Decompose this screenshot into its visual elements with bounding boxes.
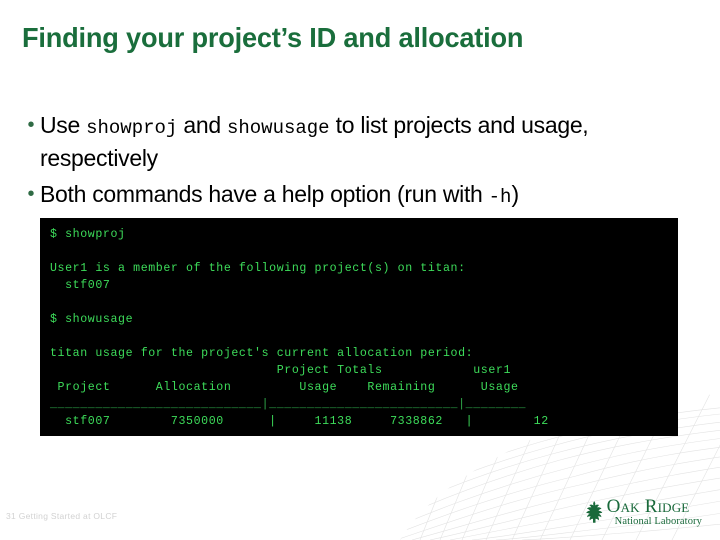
list-item: • Use showproj and showusage to list pro… [22,110,694,173]
terminal-text: $ showproj User1 is a member of the follo… [40,218,678,430]
flag-help: -h [488,186,512,208]
terminal-line: User1 is a member of the following proje… [50,262,466,275]
ornl-subtitle-text: National Laboratory [614,515,702,527]
terminal-line: titan usage for the project's current al… [50,347,474,360]
command-showproj: showproj [86,117,178,139]
ornl-name-text: Oak Ridge [606,495,690,517]
bullet-list: • Use showproj and showusage to list pro… [22,110,694,218]
terminal-line: stf007 7350000 | 11138 7338862 | 12 [50,415,549,428]
bullet-dot-icon: • [27,183,35,205]
terminal-line: ____________________________|___________… [50,398,527,411]
oak-leaf-icon [585,501,602,523]
terminal-line: stf007 [50,279,111,292]
list-item-text: Use showproj and showusage to list proje… [40,110,694,173]
footer-slide-number-and-title: 31 Getting Started at OLCF [6,511,118,521]
ornl-logo: Oak Ridge National Laboratory [584,494,702,530]
bullet-segment: and [177,112,227,138]
terminal-line: Project Allocation Usage Remaining Usage [50,381,519,394]
page-title: Finding your project’s ID and allocation [22,22,524,53]
terminal-line: $ showusage [50,313,134,326]
terminal-output-block: $ showproj User1 is a member of the follo… [40,218,678,436]
ornl-wordmark: Oak Ridge National Laboratory [607,497,702,528]
command-showusage: showusage [226,117,330,139]
bullet-segment: Both commands have a help option (run wi… [40,181,489,207]
terminal-line: Project Totals user1 [50,364,511,377]
bullet-segment: Use [40,112,87,138]
terminal-line: $ showproj [50,228,126,241]
bullet-segment: ) [511,181,519,207]
bullet-dot-icon: • [27,114,35,136]
list-item-text: Both commands have a help option (run wi… [40,179,694,212]
list-item: • Both commands have a help option (run … [22,179,694,212]
